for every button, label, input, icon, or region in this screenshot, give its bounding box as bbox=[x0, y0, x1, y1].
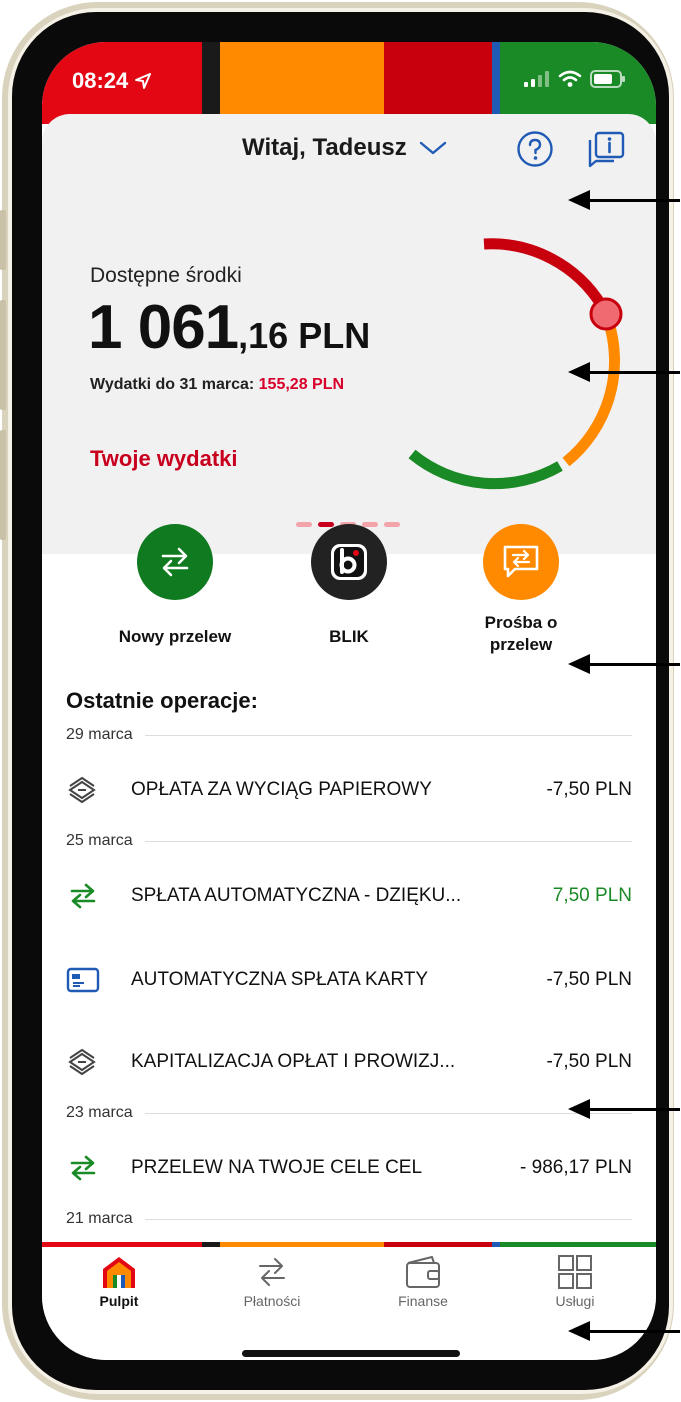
expenses-summary: Wydatki do 31 marca: 155,28 PLN bbox=[90, 376, 344, 394]
home-indicator[interactable] bbox=[242, 1350, 460, 1357]
blik-circle bbox=[311, 524, 387, 600]
date-label: 21 marca bbox=[66, 1210, 133, 1227]
home-icon bbox=[103, 1257, 135, 1288]
nav-label: Pulpit bbox=[99, 1293, 139, 1309]
request-transfer-button[interactable]: Prośba o przelew bbox=[436, 524, 606, 656]
transaction-amount: 7,50 PLN bbox=[552, 885, 632, 906]
amount-whole: 1 061 bbox=[88, 293, 239, 362]
date-label: 25 marca bbox=[66, 832, 133, 849]
money-stack-icon bbox=[66, 774, 106, 806]
nav-label: Usługi bbox=[555, 1293, 595, 1309]
transaction-name: KAPITALIZACJA OPŁAT I PROWIZJ... bbox=[131, 1051, 456, 1072]
nav-label: Płatności bbox=[243, 1293, 301, 1309]
greeting-text: Witaj, Tadeusz bbox=[242, 134, 407, 161]
date-separator: 23 marca bbox=[66, 1104, 632, 1122]
available-funds-label: Dostępne środki bbox=[90, 264, 242, 287]
transaction-row[interactable]: PRZELEW NA TWOJE CELE CEL - 986,17 PLN bbox=[66, 1148, 632, 1188]
signal-icon bbox=[524, 71, 549, 87]
date-separator: 21 marca bbox=[66, 1210, 632, 1228]
transaction-row[interactable]: AUTOMATYCZNA SPŁATA KARTY -7,50 PLN bbox=[66, 960, 632, 1000]
date-separator: 25 marca bbox=[66, 832, 632, 850]
nav-item-payments[interactable]: Płatności bbox=[197, 1255, 347, 1309]
annotation-arrow bbox=[568, 190, 680, 210]
expenses-value: 155,28 PLN bbox=[258, 376, 345, 393]
date-label: 29 marca bbox=[66, 726, 133, 743]
request-transfer-icon bbox=[503, 545, 539, 578]
nav-label: Finanse bbox=[398, 1293, 448, 1309]
transfer-icon bbox=[161, 547, 189, 577]
transaction-row[interactable]: OPŁATA ZA WYCIĄG PAPIEROWY -7,50 PLN bbox=[66, 770, 632, 810]
gauge-marker bbox=[589, 297, 623, 331]
money-stack-icon bbox=[66, 1046, 106, 1078]
available-funds-amount: 1 061 ,16 PLN bbox=[88, 292, 370, 363]
request-transfer-circle bbox=[483, 524, 559, 600]
transfer-icon bbox=[66, 1152, 106, 1184]
clock-text: 08:24 bbox=[72, 68, 129, 93]
blik-logo-icon bbox=[331, 544, 367, 580]
annotation-arrow bbox=[568, 1099, 680, 1119]
bottom-navigation: Pulpit Płatności Finanse Usługi bbox=[42, 1247, 656, 1360]
nav-item-finance[interactable]: Finanse bbox=[348, 1255, 498, 1309]
balance-card: Witaj, Tadeusz Dostępne środki 1 061 ,16… bbox=[42, 114, 656, 554]
blik-label: BLIK bbox=[329, 627, 369, 646]
new-transfer-label: Nowy przelew bbox=[118, 627, 232, 646]
request-transfer-label: Prośba o przelew bbox=[484, 613, 558, 654]
transaction-amount: -7,50 PLN bbox=[546, 1051, 632, 1072]
location-arrow-icon bbox=[135, 73, 152, 89]
transfer-icon bbox=[66, 880, 106, 912]
mute-switch bbox=[0, 210, 6, 270]
grid-icon bbox=[558, 1255, 592, 1289]
nav-item-services[interactable]: Usługi bbox=[500, 1255, 650, 1309]
battery-icon bbox=[590, 70, 625, 88]
transaction-amount: -7,50 PLN bbox=[546, 969, 632, 990]
help-icon[interactable] bbox=[516, 130, 554, 168]
status-icons bbox=[524, 70, 626, 88]
card-icon bbox=[66, 964, 106, 996]
transaction-name: PRZELEW NA TWOJE CELE CEL bbox=[131, 1157, 423, 1178]
messages-icon[interactable] bbox=[586, 130, 626, 170]
annotation-arrow bbox=[568, 1321, 680, 1341]
date-label: 23 marca bbox=[66, 1104, 133, 1121]
gauge-arc-red bbox=[483, 238, 607, 309]
expenses-label: Wydatki do 31 marca: bbox=[90, 376, 259, 393]
volume-up-button bbox=[0, 300, 6, 410]
transaction-row[interactable]: KAPITALIZACJA OPŁAT I PROWIZJ... -7,50 P… bbox=[66, 1042, 632, 1082]
annotation-arrow bbox=[568, 362, 680, 382]
new-transfer-button[interactable]: Nowy przelew bbox=[90, 524, 260, 648]
blik-button[interactable]: BLIK bbox=[264, 524, 434, 648]
recent-operations-title: Ostatnie operacje: bbox=[66, 688, 258, 713]
annotation-arrow bbox=[568, 654, 680, 674]
gauge-arc-orange bbox=[562, 318, 620, 467]
wifi-icon bbox=[558, 70, 582, 87]
expenses-gauge bbox=[408, 238, 623, 490]
status-time: 08:24 bbox=[72, 68, 152, 94]
transaction-name: AUTOMATYCZNA SPŁATA KARTY bbox=[131, 969, 429, 990]
amount-fraction: ,16 PLN bbox=[238, 315, 371, 356]
transaction-row[interactable]: SPŁATA AUTOMATYCZNA - DZIĘKU... 7,50 PLN bbox=[66, 876, 632, 916]
transaction-name: SPŁATA AUTOMATYCZNA - DZIĘKU... bbox=[131, 885, 462, 906]
volume-down-button bbox=[0, 430, 6, 540]
nav-item-pulpit[interactable]: Pulpit bbox=[44, 1255, 194, 1309]
new-transfer-circle bbox=[137, 524, 213, 600]
app-screen: 08:24 Witaj, Tadeusz Dostępne środki 1 0… bbox=[42, 42, 656, 1360]
transaction-amount: - 986,17 PLN bbox=[520, 1157, 632, 1178]
date-separator: 29 marca bbox=[66, 726, 632, 744]
wallet-icon bbox=[406, 1256, 440, 1288]
your-expenses-link[interactable]: Twoje wydatki bbox=[90, 446, 238, 472]
transaction-amount: -7,50 PLN bbox=[546, 779, 632, 800]
transaction-name: OPŁATA ZA WYCIĄG PAPIEROWY bbox=[131, 779, 432, 800]
account-switcher[interactable]: Witaj, Tadeusz bbox=[242, 134, 447, 162]
chevron-down-icon bbox=[419, 141, 446, 155]
payments-icon bbox=[259, 1258, 285, 1286]
gauge-arc-green bbox=[408, 449, 563, 490]
